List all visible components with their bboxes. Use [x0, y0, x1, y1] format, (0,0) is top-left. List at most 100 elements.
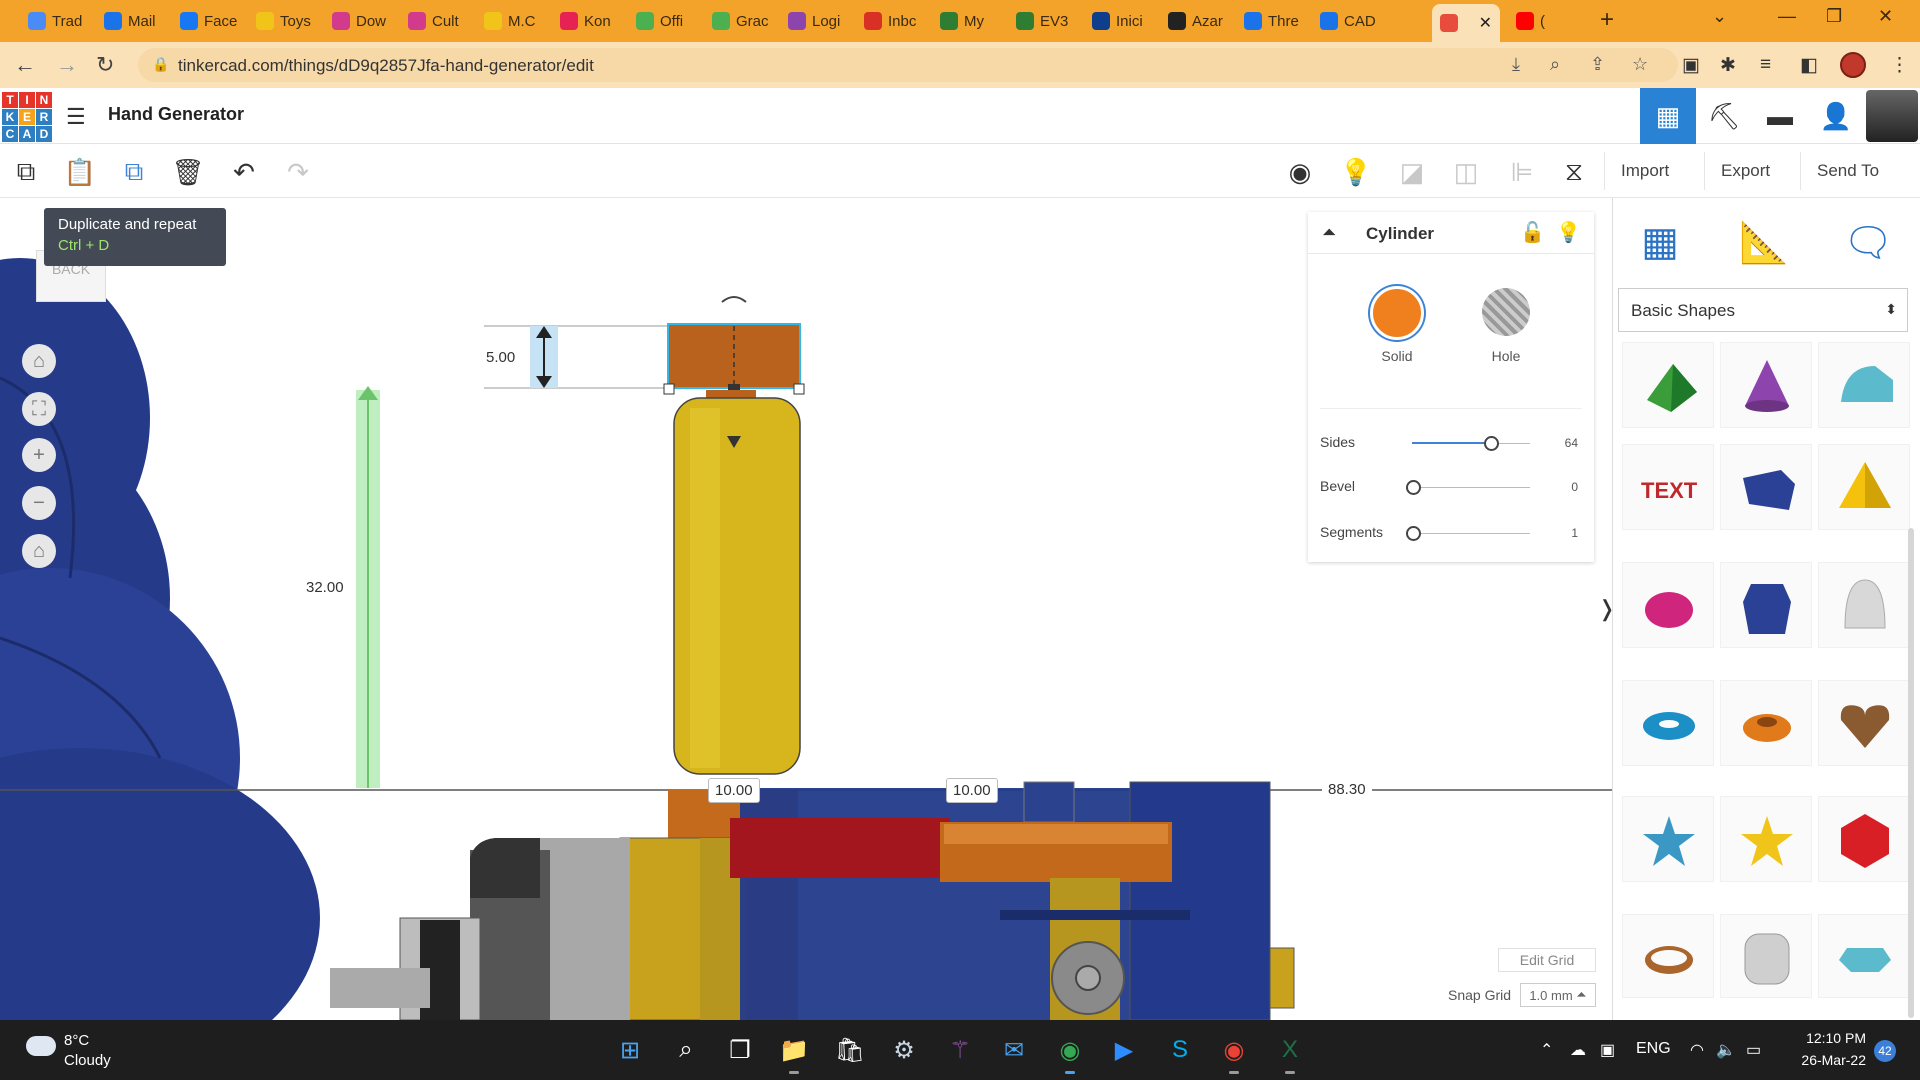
browser-tab[interactable]: Grac	[704, 6, 774, 36]
hole-swatch[interactable]	[1482, 288, 1530, 336]
extensions-icon[interactable]: ✱	[1720, 54, 1736, 77]
browser-menu-icon[interactable]: ⋮	[1890, 54, 1909, 77]
import-button[interactable]: Import	[1604, 152, 1685, 190]
browser-tab[interactable]: Logi	[780, 6, 850, 36]
shape-tile[interactable]	[1818, 680, 1910, 766]
tab-search-icon[interactable]: ⌄	[1712, 6, 1727, 27]
tab-close-icon[interactable]: ✕	[1479, 13, 1492, 33]
browser-tab[interactable]: Offi	[628, 6, 698, 36]
shape-tile[interactable]	[1622, 342, 1714, 428]
alienware-icon[interactable]: ⚚	[942, 1032, 978, 1068]
excel-icon[interactable]: X	[1272, 1032, 1308, 1074]
delete-icon[interactable]: 🗑	[170, 154, 206, 190]
design-title[interactable]: Hand Generator	[108, 104, 244, 125]
shape-tile[interactable]	[1622, 562, 1714, 648]
dimension-width-b[interactable]: 10.00	[946, 778, 998, 803]
language-indicator[interactable]: ENG	[1636, 1040, 1671, 1058]
store-icon[interactable]: 🛍	[832, 1032, 868, 1068]
dimension-width-a[interactable]: 10.00	[708, 778, 760, 803]
property-value[interactable]: 64	[1548, 436, 1578, 450]
clock-date[interactable]: 26-Mar-22	[1788, 1052, 1866, 1068]
back-icon[interactable]: ←	[14, 52, 36, 78]
reload-icon[interactable]: ↻	[96, 52, 114, 78]
shape-tile[interactable]	[1818, 796, 1910, 882]
browser-tab[interactable]: Face	[172, 6, 242, 36]
extension-help-icon[interactable]: ▣	[1682, 54, 1700, 77]
shape-category-select[interactable]: Basic Shapes ⬍	[1618, 288, 1908, 332]
zoom-in-icon[interactable]: +	[22, 438, 56, 472]
fit-view-icon[interactable]: ⛶	[22, 392, 56, 426]
redo-icon[interactable]: ↷	[280, 154, 316, 190]
dimension-total-height[interactable]: 32.00	[300, 576, 350, 599]
weather-condition[interactable]: Cloudy	[64, 1052, 111, 1069]
browser-profile-avatar[interactable]	[1840, 52, 1866, 78]
shape-tile[interactable]	[1818, 444, 1910, 530]
file-explorer-icon[interactable]: 📁	[776, 1032, 812, 1074]
visibility-bulb-icon[interactable]: 💡	[1556, 220, 1581, 245]
paste-icon[interactable]: 📋	[62, 154, 98, 190]
address-bar[interactable]: 🔒 tinkercad.com/things/dD9q2857Jfa-hand-…	[138, 48, 1678, 82]
zoom-out-icon[interactable]: −	[22, 486, 56, 520]
shape-tile[interactable]	[1720, 444, 1812, 530]
steam-icon[interactable]: ⚙	[886, 1032, 922, 1068]
cloud-icon[interactable]	[26, 1036, 56, 1056]
mirror-icon[interactable]: ⧖	[1556, 154, 1592, 190]
onedrive-icon[interactable]: ☁	[1570, 1040, 1586, 1060]
shape-tile[interactable]	[1818, 914, 1910, 998]
lock-icon[interactable]: 🔓	[1520, 220, 1545, 245]
tray-chevron-icon[interactable]: ⌃	[1540, 1040, 1553, 1060]
wifi-icon[interactable]: ◠	[1690, 1040, 1704, 1060]
undo-icon[interactable]: ↶	[226, 154, 262, 190]
workplane-grid-icon[interactable]: ▦	[1632, 214, 1688, 270]
shape-tile[interactable]	[1720, 680, 1812, 766]
shapes-scrollbar[interactable]	[1908, 528, 1914, 1018]
reading-list-icon[interactable]: ≡	[1760, 54, 1771, 76]
browser-tab[interactable]: (	[1508, 6, 1580, 36]
send-to-button[interactable]: Send To	[1800, 152, 1895, 190]
clock-time[interactable]: 12:10 PM	[1800, 1030, 1866, 1046]
shape-tile[interactable]: TEXT	[1622, 444, 1714, 530]
side-panel-icon[interactable]: ◧	[1800, 54, 1818, 77]
install-icon[interactable]: ⤓	[1512, 54, 1520, 75]
shape-tile[interactable]	[1622, 796, 1714, 882]
show-all-icon[interactable]: 💡	[1338, 154, 1374, 190]
browser-tab[interactable]: Thre	[1236, 6, 1306, 36]
property-slider-knob[interactable]	[1406, 480, 1421, 495]
duplicate-icon[interactable]: ⧉	[116, 154, 152, 190]
ungroup-icon[interactable]: ◫	[1448, 154, 1484, 190]
browser-tab[interactable]: Inbc	[856, 6, 926, 36]
dimension-top-height[interactable]: 5.00	[480, 346, 522, 369]
property-slider[interactable]	[1412, 533, 1530, 534]
notes-icon[interactable]: ◉	[1282, 154, 1318, 190]
browser-tab[interactable]: Trad	[20, 6, 90, 36]
skype-icon[interactable]: S	[1162, 1032, 1198, 1068]
browser-tab[interactable]: Inici	[1084, 6, 1154, 36]
ortho-view-icon[interactable]: ⌂	[22, 534, 56, 568]
start-windows-icon[interactable]: ⊞	[612, 1032, 648, 1068]
search-icon[interactable]: ⌕	[668, 1032, 704, 1068]
shape-tile[interactable]	[1622, 914, 1714, 998]
mail-icon[interactable]: ✉	[996, 1032, 1032, 1068]
blocks-pickaxe-icon[interactable]: ⛏	[1696, 88, 1752, 144]
solid-swatch[interactable]	[1370, 286, 1424, 340]
battery-icon[interactable]: ▭	[1746, 1040, 1761, 1060]
3d-view-grid-icon[interactable]: ▦	[1640, 88, 1696, 144]
shape-tile[interactable]	[1720, 342, 1812, 428]
chrome-profile-icon[interactable]: ◉	[1216, 1032, 1252, 1074]
copy-icon[interactable]: ⧉	[8, 154, 44, 190]
browser-tab[interactable]: Toys	[248, 6, 318, 36]
property-slider[interactable]	[1412, 487, 1530, 488]
property-value[interactable]: 0	[1548, 480, 1578, 494]
property-slider-knob[interactable]	[1484, 436, 1499, 451]
group-icon[interactable]: ◪	[1394, 154, 1430, 190]
shape-tile[interactable]	[1622, 680, 1714, 766]
browser-tab[interactable]: Kon	[552, 6, 622, 36]
volume-icon[interactable]: 🔈	[1716, 1040, 1736, 1060]
browser-tab[interactable]: Dow	[324, 6, 394, 36]
chrome-icon[interactable]: ◉	[1052, 1032, 1088, 1074]
task-view-icon[interactable]: ❐	[722, 1032, 758, 1068]
design-menu-icon[interactable]: ☰	[66, 104, 86, 130]
align-icon[interactable]: ⊫	[1504, 154, 1540, 190]
home-view-icon[interactable]: ⌂	[22, 344, 56, 378]
browser-tab[interactable]: Cult	[400, 6, 470, 36]
